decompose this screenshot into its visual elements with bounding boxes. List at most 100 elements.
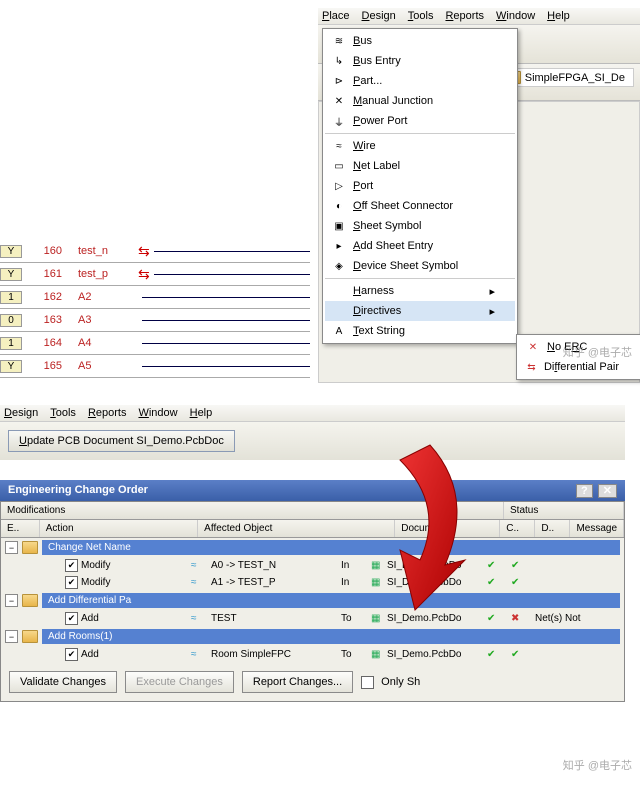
menu-place[interactable]: PPlacelace <box>322 10 350 22</box>
net-icon: ≈ <box>191 560 211 571</box>
menu-item-power-port[interactable]: ⏚Power Port <box>325 111 515 131</box>
validate-button[interactable]: Validate Changes <box>9 671 117 693</box>
net-label[interactable]: A2 <box>70 291 138 303</box>
menu-help[interactable]: Help <box>547 10 570 22</box>
net-label[interactable]: A4 <box>70 337 138 349</box>
tree-collapse-icon[interactable]: − <box>5 594 18 607</box>
report-button[interactable]: Report Changes... <box>242 671 353 693</box>
menu-tools[interactable]: Tools <box>408 10 434 22</box>
menu-item-text-string[interactable]: AText String <box>325 321 515 341</box>
menu2-tools[interactable]: Tools <box>50 407 76 419</box>
menu-item-device-sheet-symbol[interactable]: ◈Device Sheet Symbol <box>325 256 515 276</box>
schematic-row: Y165A5 <box>0 355 310 378</box>
net-label[interactable]: test_p <box>70 268 138 280</box>
menu2-design[interactable]: Design <box>4 407 38 419</box>
row-action: Modify <box>81 577 191 588</box>
eco-change-row[interactable]: ✔Add≈Room SimpleFPCTo▦SI_Demo.PcbDo✔✔ <box>1 646 624 663</box>
schematic-row: Y160test_n⇆ <box>0 240 310 263</box>
only-show-checkbox[interactable]: Only Sh <box>361 676 420 689</box>
menu2-reports[interactable]: Reports <box>88 407 127 419</box>
tree-collapse-icon[interactable]: − <box>5 541 18 554</box>
check-icon: ✔ <box>487 577 511 588</box>
done-icon: ✔ <box>511 560 535 571</box>
menu-item-part-[interactable]: ⊳Part... <box>325 71 515 91</box>
x-icon: ✕ <box>523 339 543 355</box>
folder-icon <box>22 541 38 554</box>
wire <box>142 343 310 344</box>
col-document[interactable]: Document <box>395 520 500 537</box>
doc-icon: ▦ <box>371 560 387 571</box>
doc-icon: ▦ <box>371 649 387 660</box>
menu-item-net-label[interactable]: ▭Net Label <box>325 156 515 176</box>
col-object[interactable]: Affected Object <box>198 520 395 537</box>
menu-icon: ✕ <box>329 93 349 109</box>
eco-change-row[interactable]: ✔Add≈TESTTo▦SI_Demo.PcbDo✔✖Net(s) Not <box>1 610 624 627</box>
diffpair-icon: ⇆ <box>523 359 540 375</box>
menu-item-port[interactable]: ▷Port <box>325 176 515 196</box>
diffpair-directive-icon[interactable]: ⇆ <box>138 243 150 260</box>
row-prep: In <box>341 577 371 588</box>
watermark: 知乎 @电子芯 <box>563 344 632 360</box>
col-check[interactable]: C.. <box>500 520 535 537</box>
menu-item-bus-entry[interactable]: ↳Bus Entry <box>325 51 515 71</box>
menubar2: Design Tools Reports Window Help <box>0 405 625 422</box>
eco-change-row[interactable]: ✔Modify≈A1 -> TEST_PIn▦SI_Demo.PcbDo✔✔ <box>1 574 624 591</box>
schematic-row: 1162A2 <box>0 286 310 309</box>
col-done[interactable]: D.. <box>535 520 570 537</box>
col-action[interactable]: Action <box>40 520 198 537</box>
submenu-diff-pair[interactable]: ⇆ Differential Pair <box>519 357 639 377</box>
menu-item-add-sheet-entry[interactable]: ▸Add Sheet Entry <box>325 236 515 256</box>
menu-icon: ≈ <box>329 138 349 154</box>
schematic-view: Y160test_n⇆Y161test_p⇆1162A20163A31164A4… <box>0 240 310 378</box>
close-button[interactable]: ✕ <box>598 484 617 498</box>
menu-item-off-sheet-connector[interactable]: ◐Off Sheet Connector <box>325 196 515 216</box>
menu-icon <box>329 303 349 319</box>
menu2-window[interactable]: Window <box>138 407 177 419</box>
menu-icon: ≋ <box>329 33 349 49</box>
eco-change-row[interactable]: ✔Modify≈A0 -> TEST_NIn▦SI_Demo.PcbDo✔✔ <box>1 557 624 574</box>
menu-icon: ⊳ <box>329 73 349 89</box>
diffpair-directive-icon[interactable]: ⇆ <box>138 266 150 283</box>
menu-item-bus[interactable]: ≋Bus <box>325 31 515 51</box>
row-checkbox[interactable]: ✔ <box>65 648 78 661</box>
pin-label: Y <box>0 245 22 258</box>
net-label[interactable]: A3 <box>70 314 138 326</box>
menu-item-manual-junction[interactable]: ✕Manual Junction <box>325 91 515 111</box>
menu-reports[interactable]: Reports <box>445 10 484 22</box>
doc-icon: ▦ <box>371 613 387 624</box>
top-menubar: PPlacelace Design Tools Reports Window H… <box>318 8 640 25</box>
menu-item-wire[interactable]: ≈Wire <box>325 136 515 156</box>
row-checkbox[interactable]: ✔ <box>65 576 78 589</box>
row-checkbox[interactable]: ✔ <box>65 559 78 572</box>
eco-group-row[interactable]: − Change Net Name <box>1 538 624 557</box>
net-label[interactable]: test_n <box>70 245 138 257</box>
menu-item-harness[interactable]: Harness▸ <box>325 281 515 301</box>
menu-item-sheet-symbol[interactable]: ▣Sheet Symbol <box>325 216 515 236</box>
net-label[interactable]: A5 <box>70 360 138 372</box>
col-enable[interactable]: E.. <box>1 520 40 537</box>
eco-group-label: Change Net Name <box>42 540 620 555</box>
eco-group-row[interactable]: −Add Differential Pa <box>1 591 624 610</box>
tree-collapse-icon[interactable]: − <box>5 630 18 643</box>
schematic-row: 0163A3 <box>0 309 310 332</box>
check-icon: ✔ <box>487 560 511 571</box>
menu-icon <box>329 283 349 299</box>
bottom-panel: Design Tools Reports Window Help Update … <box>0 405 625 702</box>
menu2-help[interactable]: Help <box>190 407 213 419</box>
menu-icon: ◈ <box>329 258 349 274</box>
col-message[interactable]: Message <box>570 520 624 537</box>
wire <box>154 274 310 275</box>
menu-item-directives[interactable]: Directives▸ <box>325 301 515 321</box>
wire <box>142 320 310 321</box>
update-pcb-button[interactable]: Update PCB Document SI_Demo.PcbDoc <box>8 430 235 452</box>
row-object: Room SimpleFPC <box>211 649 341 660</box>
row-doc: SI_Demo.PcbDo <box>387 649 487 660</box>
eco-group-row[interactable]: −Add Rooms(1) <box>1 627 624 646</box>
help-button[interactable]: ? <box>576 484 593 498</box>
row-checkbox[interactable]: ✔ <box>65 612 78 625</box>
menu-icon: ▣ <box>329 218 349 234</box>
menu-window[interactable]: Window <box>496 10 535 22</box>
execute-button[interactable]: Execute Changes <box>125 671 234 693</box>
wire <box>154 251 310 252</box>
menu-design[interactable]: Design <box>362 10 396 22</box>
